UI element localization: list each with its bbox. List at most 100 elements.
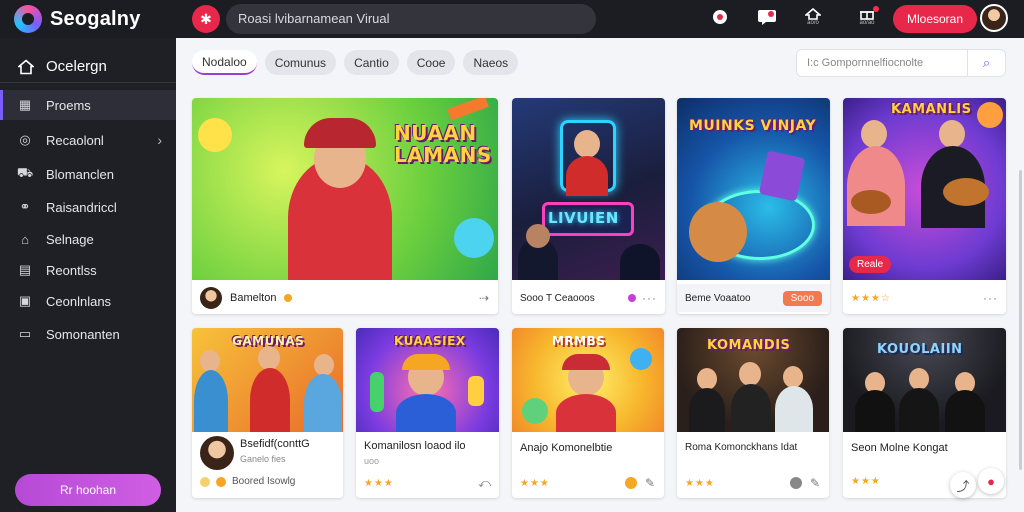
gift-icon[interactable]: ao/ao (855, 6, 879, 30)
card-footer: Sooo T Ceaooos ··· (512, 284, 665, 312)
tab-cantio[interactable]: Cantio (344, 50, 399, 75)
card-art-title: KAMANLIS (891, 102, 972, 117)
game-card[interactable]: KUAASIEX Komanilosn loaod ilo uoo ★★★ ⤺ (356, 328, 499, 498)
share-icon[interactable]: ⤺ (478, 476, 492, 491)
card-art-title: MRMBS (552, 334, 606, 348)
game-card[interactable]: MUINKS VINJAY Beme Voaatoo Sooo (677, 98, 830, 314)
coin-icon (624, 477, 637, 489)
game-thumbnail: KOUOLAIIN (843, 328, 1006, 432)
scrollbar[interactable] (1019, 170, 1022, 470)
card-author: Bamelton (230, 292, 277, 304)
help-icon[interactable]: ● (978, 468, 1004, 494)
header-cta-button[interactable]: Mloesoran (893, 5, 977, 33)
sidebar-item-recaolonl[interactable]: ◎ Recaolonl › (0, 125, 176, 155)
edit-icon[interactable]: ✎ (645, 476, 656, 490)
home-icon[interactable]: ao/o (801, 8, 825, 30)
sidebar-item-label: Blomanclen (46, 166, 114, 182)
avatar (200, 287, 222, 309)
tab-cooe[interactable]: Cooe (406, 50, 456, 75)
logo[interactable]: Seogalny (14, 5, 141, 33)
card-footer: ★★★ ✎ (520, 476, 656, 490)
game-thumbnail: MRMBS (512, 328, 664, 432)
card-author: Roma Komonckhans Idat (685, 442, 798, 453)
badge-dot (873, 6, 879, 12)
coin-icon (200, 476, 210, 487)
filter-input[interactable]: I:c Gompornnelfiocnolte ⌕ (796, 49, 1006, 77)
card-art-title: NUAAN LAMANS (394, 121, 492, 167)
game-thumbnail: NUAAN LAMANS (192, 98, 498, 280)
play-button[interactable]: Sooo (782, 290, 822, 306)
game-thumbnail: KOMANDIS (677, 328, 829, 432)
sidebar-item-somonanten[interactable]: ▭ Somonanten (0, 319, 176, 349)
card-footer: ★★★ (851, 476, 961, 487)
card-footer: ★★★ ✎ (685, 476, 821, 490)
card-footer: Boored Isowlg (200, 476, 340, 487)
notification-icon[interactable] (708, 8, 732, 30)
home-icon (18, 58, 34, 74)
card-author: Beme Voaatoo (685, 292, 751, 304)
folder-icon: ▣ (18, 293, 32, 308)
card-author: Anajo Komonelbtie (520, 442, 613, 454)
sidebar-home[interactable]: Ocelergn (18, 58, 107, 75)
rating-stars: ★★★ (520, 477, 550, 489)
card-author: Bsefidf(conttG (240, 438, 310, 450)
logo-icon (14, 5, 42, 33)
sidebar-item-reontlss[interactable]: ▤ Reontlss (0, 255, 176, 285)
sidebar-item-blomanclen[interactable]: ⛟ Blomanclen (0, 159, 176, 189)
edit-icon[interactable]: ✎ (810, 476, 821, 490)
sidebar-item-proems[interactable]: ▦ Proems (0, 90, 176, 120)
tab-comunus[interactable]: Comunus (264, 50, 337, 75)
sidebar-item-ceonlnlans[interactable]: ▣ Ceonlnlans (0, 286, 176, 316)
game-thumbnail: KAMANLIS (843, 98, 1006, 280)
more-icon[interactable]: ··· (983, 291, 998, 305)
grid-icon: ▦ (18, 97, 32, 112)
card-author: Seon Molne Kongat (851, 442, 948, 454)
card-sub: Boored Isowlg (232, 476, 296, 487)
sidebar-item-selnage[interactable]: ⌂ Selnage (0, 224, 176, 254)
sidebar-item-label: Recaolonl (46, 132, 104, 148)
share-icon[interactable]: ⤴ (950, 472, 976, 498)
chevron-right-icon: › (157, 132, 162, 148)
game-card[interactable]: MRMBS Anajo Komonelbtie ★★★ ✎ (512, 328, 664, 498)
sidebar-item-raisandriccl[interactable]: ⚭ Raisandriccl (0, 192, 176, 222)
play-button[interactable]: Reale (849, 256, 892, 273)
card-art-title: KOMANDIS (707, 338, 791, 353)
search-icon[interactable]: ⌕ (967, 50, 1005, 76)
top-bar: Seogalny ✱ Roasi lvibarnamean Virual ao/… (0, 0, 1024, 38)
game-thumbnail: MUINKS VINJAY (677, 98, 830, 280)
coin-icon (216, 476, 226, 487)
tab-naeos[interactable]: Naeos (463, 50, 519, 75)
game-card[interactable]: NUAAN LAMANS Bamelton ⇢ (192, 98, 498, 314)
doc-icon: ▤ (18, 262, 32, 277)
settings-icon[interactable] (789, 477, 802, 489)
avatar (200, 436, 234, 470)
filter-placeholder: I:c Gompornnelfiocnolte (807, 57, 924, 69)
record-icon[interactable]: ✱ (192, 5, 220, 33)
verified-icon (284, 294, 293, 302)
sidebar-item-label: Somonanten (46, 326, 120, 342)
more-icon[interactable]: ··· (642, 291, 657, 305)
app-name: Seogalny (50, 7, 141, 30)
card-footer: ★★★☆ ··· (843, 284, 1006, 312)
card-footer: ★★★ ⤺ (364, 476, 492, 491)
chat-icon[interactable] (755, 8, 779, 30)
avatar[interactable] (980, 4, 1008, 32)
gift-icon-label: ao/ao (859, 20, 875, 26)
tab-nodaloo[interactable]: Nodaloo (192, 50, 257, 75)
game-card[interactable]: KOMANDIS Roma Komonckhans Idat ★★★ ✎ (677, 328, 829, 498)
sidebar-cta-button[interactable]: Rr hoohan (15, 474, 161, 506)
sidebar-item-label: Ceonlnlans (46, 293, 112, 309)
home-icon-label: ao/o (807, 20, 819, 26)
share-icon[interactable]: ⇢ (479, 291, 490, 305)
game-thumbnail: LIVUIEN (512, 98, 665, 280)
sidebar-item-label: Selnage (46, 231, 94, 247)
search-input[interactable]: Roasi lvibarnamean Virual (226, 4, 596, 34)
divider (0, 82, 176, 83)
card-footer: Bamelton ⇢ (192, 284, 498, 312)
game-card[interactable]: KAMANLIS Reale ★★★☆ ··· (843, 98, 1006, 314)
game-card[interactable]: GAMUNAS Bsefidf(conttG Ganelo fies Boore… (192, 328, 343, 498)
bag-icon: ⌂ (21, 231, 29, 247)
link-icon: ⚭ (19, 199, 31, 214)
card-art-title: KUAASIEX (394, 334, 466, 348)
game-card[interactable]: LIVUIEN Sooo T Ceaooos ··· (512, 98, 665, 314)
